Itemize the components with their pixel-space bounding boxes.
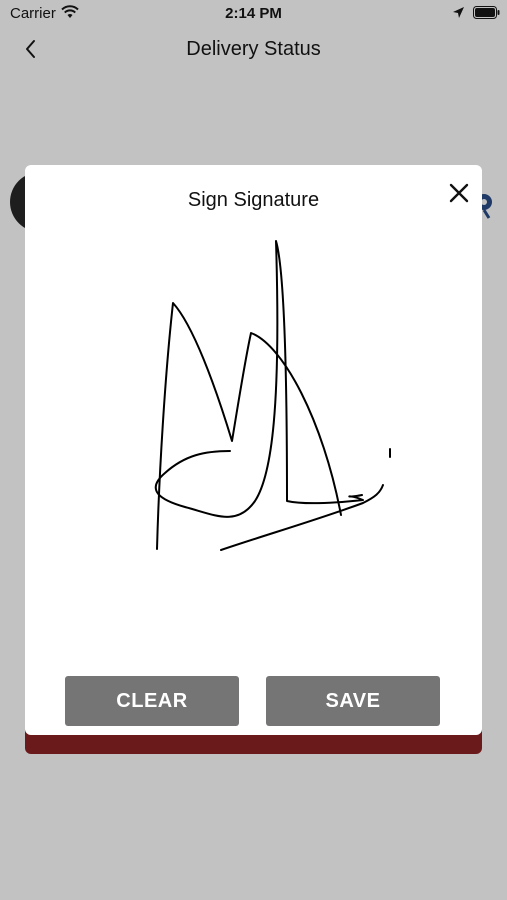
modal-title: Sign Signature: [187, 189, 320, 211]
signature-pad[interactable]: [25, 225, 482, 665]
battery-icon: [473, 6, 500, 19]
close-icon[interactable]: [444, 178, 474, 208]
status-time: 2:14 PM: [225, 5, 282, 22]
save-button[interactable]: SAVE: [266, 676, 440, 726]
signature-modal: Sign Signature CLEAR SAVE: [25, 165, 482, 735]
clear-button[interactable]: CLEAR: [65, 676, 239, 726]
location-arrow-icon: [453, 7, 464, 18]
status-bar: Carrier 2:14 PM: [0, 0, 507, 28]
page-title: Delivery Status: [186, 38, 321, 60]
